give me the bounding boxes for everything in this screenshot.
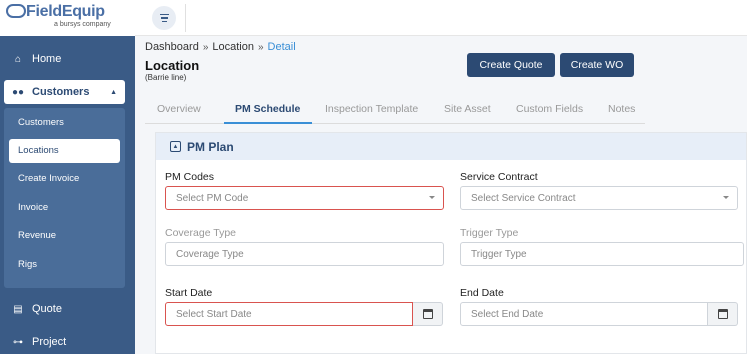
brand-tagline: a bursys company (54, 21, 111, 28)
pm-plan-title: PM Plan (187, 139, 234, 154)
start-date-calendar-button[interactable] (413, 302, 443, 326)
sidebar-item-label: Project (32, 336, 67, 348)
tab-bar: Overview PM Schedule Inspection Template… (145, 97, 645, 124)
coverage-type-placeholder: Coverage Type (176, 248, 244, 260)
sidebar-item-label: Customers (32, 86, 90, 98)
breadcrumb-dashboard[interactable]: Dashboard (145, 41, 199, 53)
service-contract-placeholder: Select Service Contract (471, 192, 576, 204)
start-date-placeholder: Select Start Date (176, 308, 252, 320)
service-contract-label: Service Contract (460, 171, 538, 183)
trigger-type-placeholder: Trigger Type (471, 248, 527, 260)
submenu-item-locations[interactable]: Locations (9, 138, 120, 163)
brand-name: FieldEquip (26, 3, 105, 20)
caret-up-icon: ▲ (110, 88, 117, 96)
breadcrumb-separator: » (202, 42, 209, 53)
pm-codes-select[interactable]: Select PM Code (165, 186, 444, 210)
collapse-icon: ▲ (170, 141, 181, 152)
top-bar (135, 0, 747, 36)
sidebar-item-label: Home (32, 53, 62, 65)
pm-plan-card: ▲ PM Plan PM Codes Select PM Code Servic… (155, 132, 747, 354)
trigger-type-label: Trigger Type (460, 227, 519, 239)
breadcrumb: Dashboard» Location» Detail (145, 41, 296, 53)
submenu-item-invoice[interactable]: Invoice (4, 193, 125, 222)
service-contract-select[interactable]: Select Service Contract (460, 186, 738, 210)
active-tab-indicator (224, 122, 312, 124)
create-wo-button[interactable]: Create WO (560, 53, 634, 77)
coverage-type-input[interactable]: Coverage Type (165, 242, 444, 266)
coverage-type-label: Coverage Type (165, 227, 237, 239)
trigger-type-input[interactable]: Trigger Type (460, 242, 744, 266)
breadcrumb-current: Detail (267, 41, 296, 53)
project-icon: ⊶ (13, 336, 23, 348)
start-date-input[interactable]: Select Start Date (165, 302, 413, 326)
submenu-item-create-invoice[interactable]: Create Invoice (4, 165, 125, 194)
tab-overview[interactable]: Overview (157, 103, 201, 115)
users-icon: ●● (11, 86, 25, 98)
page-title: Location (145, 58, 200, 73)
sidebar: FieldEquip a bursys company ⌂ Home ●● Cu… (0, 0, 135, 354)
submenu-item-revenue[interactable]: Revenue (4, 222, 125, 251)
sidebar-item-label: Quote (32, 303, 62, 315)
main-content: Dashboard» Location» Detail Location (Barr… (135, 36, 747, 354)
end-date-input[interactable]: Select End Date (460, 302, 708, 326)
chevron-down-icon (429, 196, 435, 199)
sidebar-item-quote[interactable]: ▤ Quote (0, 296, 62, 322)
tab-custom-fields[interactable]: Custom Fields (516, 103, 583, 115)
end-date-calendar-button[interactable] (708, 302, 738, 326)
menu-toggle-icon[interactable] (152, 6, 176, 30)
chevron-down-icon (723, 196, 729, 199)
customers-submenu: Customers Locations Create Invoice Invoi… (4, 108, 125, 288)
logo[interactable]: FieldEquip a bursys company (0, 0, 135, 36)
create-quote-button[interactable]: Create Quote (467, 53, 555, 77)
start-date-label: Start Date (165, 287, 213, 299)
home-icon: ⌂ (14, 53, 22, 65)
sidebar-item-customers[interactable]: ●● Customers ▲ (4, 80, 125, 104)
breadcrumb-separator: » (257, 42, 264, 53)
page-subtitle: (Barrie line) (145, 73, 187, 82)
sidebar-item-home[interactable]: ⌂ Home (0, 46, 61, 72)
tab-inspection-template[interactable]: Inspection Template (325, 103, 418, 115)
tab-site-asset[interactable]: Site Asset (444, 103, 491, 115)
logo-icon (6, 4, 26, 18)
end-date-placeholder: Select End Date (471, 308, 544, 320)
breadcrumb-location[interactable]: Location (212, 41, 254, 53)
divider (185, 4, 186, 32)
end-date-label: End Date (460, 287, 504, 299)
calendar-icon (717, 309, 728, 319)
pm-codes-placeholder: Select PM Code (176, 192, 249, 204)
pm-codes-label: PM Codes (165, 171, 215, 183)
tab-pm-schedule[interactable]: PM Schedule (235, 103, 300, 115)
tab-notes[interactable]: Notes (608, 103, 635, 115)
sidebar-item-project[interactable]: ⊶ Project (0, 329, 66, 354)
calendar-icon (422, 309, 433, 319)
submenu-item-rigs[interactable]: Rigs (4, 250, 125, 279)
submenu-item-customers[interactable]: Customers (4, 108, 125, 137)
document-icon: ▤ (13, 303, 23, 315)
pm-plan-header[interactable]: ▲ PM Plan (156, 133, 746, 160)
